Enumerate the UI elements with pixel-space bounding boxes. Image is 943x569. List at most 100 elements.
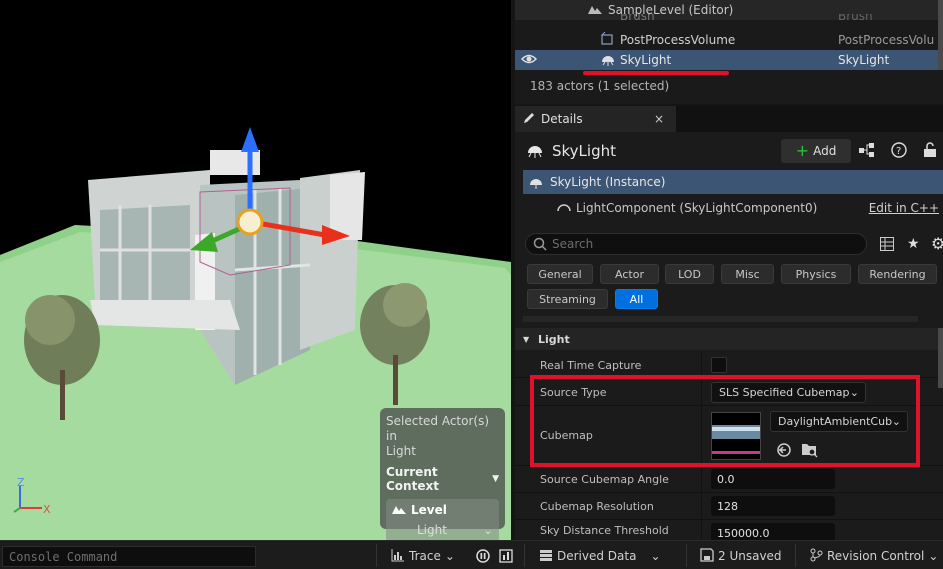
filter-lod[interactable]: LOD <box>665 264 714 284</box>
console-command-input[interactable]: Console Command <box>2 546 256 567</box>
annotation-underline <box>583 71 729 75</box>
caret-down-icon: ▼ <box>492 474 499 484</box>
prop-cubemap-resolution: Cubemap Resolution 128 <box>515 493 943 520</box>
prop-sky-distance-threshold: Sky Distance Threshold 150000.0 <box>515 520 943 540</box>
favorites-star-icon[interactable]: ★ <box>907 236 920 252</box>
level-row: Level <box>392 503 493 517</box>
level-label: Level <box>411 503 447 517</box>
filter-actor[interactable]: Actor <box>600 264 659 284</box>
filter-physics[interactable]: Physics <box>781 264 851 284</box>
skylight-icon <box>600 52 616 69</box>
details-header: SkyLight + Add ? <box>515 138 943 164</box>
column-divider <box>701 520 702 540</box>
skylight-icon <box>526 142 544 161</box>
unsaved-label: 2 Unsaved <box>718 549 782 563</box>
outliner-row-brush[interactable]: Brush Brush <box>515 14 943 26</box>
resolution-input[interactable]: 128 <box>711 496 835 516</box>
level-viewport[interactable]: Selected Actor(s) in Light Current Conte… <box>0 0 511 540</box>
section-divider <box>523 316 918 322</box>
selection-subtitle: Light <box>386 444 416 458</box>
plus-icon: + <box>795 141 810 160</box>
tab-details-label: Details <box>541 112 583 126</box>
revision-control-label: Revision Control <box>827 549 925 563</box>
component-tree-instance[interactable]: SkyLight (Instance) <box>523 170 943 194</box>
record-icon[interactable] <box>476 549 490 566</box>
real-time-capture-label: Real Time Capture <box>540 359 642 372</box>
distance-label: Sky Distance Threshold <box>540 524 669 537</box>
property-matrix-icon[interactable] <box>880 237 894 254</box>
separator <box>686 544 687 567</box>
add-component-button[interactable]: + Add <box>781 139 851 163</box>
instance-label: SkyLight (Instance) <box>550 175 666 189</box>
component-label: LightComponent (SkyLightComponent0) <box>576 201 818 215</box>
revision-control-button[interactable]: Revision Control ⌄ <box>809 547 938 565</box>
prop-source-cubemap-angle: Source Cubemap Angle 0.0 <box>515 466 943 493</box>
chevron-down-icon: ⌄ <box>482 523 493 537</box>
selection-context-panel: Selected Actor(s) in Light Current Conte… <box>380 408 505 540</box>
angle-label: Source Cubemap Angle <box>540 473 669 486</box>
details-scrollbar[interactable] <box>938 328 943 388</box>
chevron-down-icon: ⌄ <box>650 549 661 563</box>
derived-data-label: Derived Data <box>557 549 637 563</box>
blueprint-icon[interactable] <box>858 142 876 161</box>
outliner-row-skylight[interactable]: SkyLight SkyLight <box>515 50 943 70</box>
light-dropdown[interactable]: Light ⌄ <box>392 523 493 537</box>
close-icon[interactable]: × <box>654 112 664 126</box>
section-light-label: Light <box>538 332 570 346</box>
outliner-scrollbar[interactable] <box>938 0 943 70</box>
derived-data-icon <box>539 548 553 565</box>
svg-text:?: ? <box>896 146 901 157</box>
save-icon <box>700 547 714 565</box>
column-divider <box>701 352 702 377</box>
details-search-input[interactable]: Search <box>525 233 867 255</box>
selection-title: Selected Actor(s) in <box>386 414 490 443</box>
column-divider <box>701 493 702 519</box>
filter-general[interactable]: General <box>527 264 593 284</box>
unsaved-button[interactable]: 2 Unsaved <box>700 547 782 565</box>
outliner-row-type: Brush <box>838 14 873 23</box>
level-icon <box>392 503 406 517</box>
axis-z-label: Z <box>17 478 25 489</box>
outliner-row-postprocess[interactable]: PostProcessVolume PostProcessVolu <box>515 30 943 50</box>
details-tabbar: Details × <box>515 106 943 132</box>
section-light-header[interactable]: ▼ Light <box>515 328 943 350</box>
distance-input[interactable]: 150000.0 <box>711 523 835 540</box>
outliner-row-type: PostProcessVolu <box>838 33 935 47</box>
details-title: SkyLight <box>552 142 616 160</box>
pencil-icon <box>523 112 535 127</box>
filter-misc[interactable]: Misc <box>721 264 774 284</box>
trace-icon <box>391 548 405 565</box>
trace-snapshot-icon[interactable] <box>499 549 513 566</box>
skylight-icon <box>528 175 544 192</box>
component-tree-light-component[interactable]: LightComponent (SkyLightComponent0) Edit… <box>523 196 943 220</box>
outliner-row-type: SkyLight <box>838 53 890 67</box>
light-label: Light <box>417 523 447 537</box>
status-bar: Console Command Trace ⌄ Derived Data ⌄ 2… <box>0 540 943 569</box>
add-label: Add <box>813 144 837 158</box>
chevron-down-icon: ⌄ <box>444 549 455 563</box>
separator <box>795 544 796 567</box>
separator <box>376 544 377 567</box>
axis-indicator: Z X <box>10 476 60 518</box>
lock-icon[interactable] <box>923 142 937 161</box>
annotation-highlight-box <box>530 375 920 467</box>
filter-rendering[interactable]: Rendering <box>858 264 937 284</box>
eye-icon[interactable] <box>520 53 538 68</box>
branch-icon <box>809 548 823 565</box>
edit-in-cpp-link[interactable]: Edit in C++ <box>869 201 939 215</box>
trace-label: Trace <box>409 549 441 563</box>
help-icon[interactable]: ? <box>891 142 907 161</box>
trace-button[interactable]: Trace ⌄ <box>391 547 455 565</box>
separator <box>524 544 525 567</box>
real-time-capture-checkbox[interactable] <box>711 357 727 373</box>
derived-data-button[interactable]: Derived Data ⌄ <box>539 547 661 565</box>
gear-icon[interactable]: ⚙ <box>931 234 943 253</box>
outliner-row-name: Brush <box>620 14 655 23</box>
search-icon <box>533 237 547 254</box>
current-context-toggle[interactable]: Current Context ▼ <box>386 465 499 493</box>
world-outliner: SampleLevel (Editor) Brush Brush PostPro… <box>515 0 943 104</box>
tab-details[interactable]: Details × <box>515 106 676 132</box>
angle-input[interactable]: 0.0 <box>711 469 835 489</box>
filter-streaming[interactable]: Streaming <box>527 289 608 309</box>
filter-all[interactable]: All <box>615 289 658 309</box>
